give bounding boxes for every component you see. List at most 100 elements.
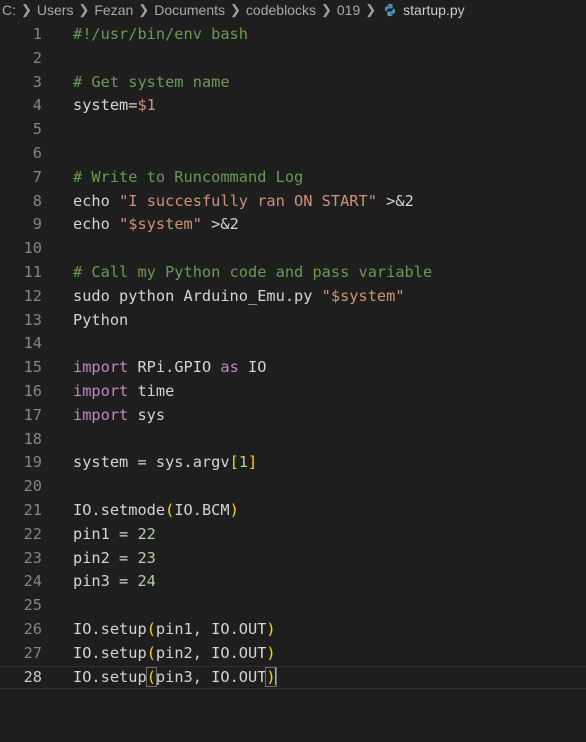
line-number: 9	[32, 215, 42, 234]
code-token: $1	[137, 96, 156, 115]
breadcrumb-file[interactable]: startup.py	[403, 2, 464, 18]
line-number: 11	[23, 262, 42, 281]
line-number: 1	[32, 25, 42, 43]
code-token: (	[145, 666, 157, 687]
code-text: echo "$system" >&2	[73, 213, 239, 237]
code-token: # Get system name	[73, 72, 230, 91]
code-text: # Get system name	[73, 71, 230, 95]
code-token: pin2 =	[73, 548, 138, 567]
code-token: 24	[137, 572, 156, 591]
code-token: Python	[73, 310, 129, 329]
code-line[interactable]: 25	[0, 594, 586, 618]
code-line[interactable]: 26 IO.setup(pin1, IO.OUT)	[0, 618, 586, 642]
code-line[interactable]: 11 # Call my Python code and pass variabl…	[0, 261, 586, 285]
code-text: IO.setup(pin2, IO.OUT)	[73, 642, 276, 666]
code-text: system = sys.argv[1]	[73, 451, 257, 475]
line-number: 7	[32, 167, 42, 186]
code-token: "$system"	[119, 215, 202, 234]
code-text: import RPi.GPIO as IO	[73, 356, 266, 380]
code-token: [	[229, 453, 239, 472]
code-token: import	[73, 381, 129, 400]
code-token: "I succesfully ran ON START"	[119, 191, 377, 210]
code-token: )	[266, 643, 276, 662]
code-line[interactable]: 18	[0, 428, 586, 452]
chevron-right-icon: ❯	[21, 1, 32, 17]
code-text: pin1 = 22	[73, 523, 156, 547]
chevron-right-icon: ❯	[78, 1, 90, 17]
breadcrumb-segment-drive[interactable]: C:	[2, 2, 16, 18]
code-token: time	[128, 381, 175, 400]
code-token: IO.BCM	[174, 500, 230, 519]
code-line[interactable]: 24 pin3 = 24	[0, 570, 586, 594]
code-token: >&2	[201, 215, 239, 234]
line-number: 16	[23, 381, 42, 400]
code-text: #!/usr/bin/env bash	[73, 23, 248, 47]
code-token: pin3 =	[73, 572, 138, 591]
breadcrumb-segment-folder[interactable]: 019	[337, 2, 360, 18]
code-token: import	[73, 405, 129, 424]
line-number: 26	[23, 619, 42, 638]
code-line[interactable]: 13 Python	[0, 309, 586, 333]
code-line[interactable]: 20	[0, 475, 586, 499]
code-line[interactable]: 16 import time	[0, 380, 586, 404]
code-text: IO.setup(pin1, IO.OUT)	[73, 618, 276, 642]
line-number: 21	[23, 500, 42, 519]
code-line[interactable]: 23 pin2 = 23	[0, 547, 586, 571]
code-line[interactable]: 8 echo "I succesfully ran ON START" >&2	[0, 190, 586, 214]
code-line[interactable]: 3 # Get system name	[0, 71, 586, 95]
breadcrumb: C: ❯ Users ❯ Fezan ❯ Documents ❯ codeblo…	[0, 0, 586, 19]
code-token: >&2	[376, 191, 414, 210]
code-line[interactable]: 19 system = sys.argv[1]	[0, 451, 586, 475]
line-number: 25	[23, 596, 42, 615]
code-line[interactable]: 5	[0, 118, 586, 142]
code-token: IO.setup	[73, 643, 147, 662]
code-token: pin1, IO.OUT	[155, 619, 267, 638]
code-token: 1	[238, 453, 248, 472]
code-token: import	[73, 358, 129, 377]
code-text: Python	[73, 309, 128, 333]
breadcrumb-segment-users[interactable]: Users	[37, 2, 74, 18]
line-number: 27	[23, 643, 42, 662]
code-line[interactable]: 1 #!/usr/bin/env bash	[0, 23, 586, 47]
line-number: 3	[32, 72, 42, 91]
line-number: 5	[32, 120, 42, 139]
code-text: # Write to Runcommand Log	[73, 166, 303, 190]
code-line[interactable]: 9 echo "$system" >&2	[0, 213, 586, 237]
line-number: 14	[23, 334, 42, 353]
line-number: 20	[23, 477, 42, 496]
line-number: 17	[23, 405, 42, 424]
line-number: 6	[32, 143, 42, 162]
code-token: IO	[238, 358, 267, 377]
code-line[interactable]: 14	[0, 332, 586, 356]
code-token: (	[165, 500, 175, 519]
code-line[interactable]: 10	[0, 237, 586, 261]
code-line[interactable]: 4 system=$1	[0, 94, 586, 118]
code-line[interactable]: 2	[0, 47, 586, 71]
code-line[interactable]: 17 import sys	[0, 404, 586, 428]
breadcrumb-segment-codeblocks[interactable]: codeblocks	[246, 2, 316, 18]
breadcrumb-segment-documents[interactable]: Documents	[154, 2, 225, 18]
code-editor[interactable]: 1 #!/usr/bin/env bash 2 3 # Get system name 4…	[0, 19, 586, 689]
chevron-right-icon: ❯	[138, 1, 150, 17]
code-token: pin1 =	[73, 524, 138, 543]
breadcrumb-segment-user[interactable]: Fezan	[94, 2, 133, 18]
code-token: IO.setmode	[73, 500, 166, 519]
code-line[interactable]: 22 pin1 = 22	[0, 523, 586, 547]
code-line[interactable]: 12 sudo python Arduino_Emu.py "$system"	[0, 285, 586, 309]
code-token: as	[220, 358, 239, 377]
code-line[interactable]: 28 IO.setup(pin3, IO.OUT)	[0, 666, 586, 690]
chevron-right-icon: ❯	[365, 1, 377, 17]
code-token: # Write to Runcommand Log	[73, 167, 304, 186]
code-line[interactable]: 27 IO.setup(pin2, IO.OUT)	[0, 642, 586, 666]
code-token: 23	[137, 548, 156, 567]
code-token: sudo python Arduino_Emu.py	[73, 286, 322, 305]
code-text: echo "I succesfully ran ON START" >&2	[73, 190, 414, 214]
code-line[interactable]: 6	[0, 142, 586, 166]
code-token: #!/usr/bin/env bash	[73, 25, 248, 43]
code-token: ]	[248, 453, 258, 472]
code-token: 22	[137, 524, 156, 543]
code-line[interactable]: 15 import RPi.GPIO as IO	[0, 356, 586, 380]
code-token: )	[266, 619, 276, 638]
code-line[interactable]: 21 IO.setmode(IO.BCM)	[0, 499, 586, 523]
code-line[interactable]: 7 # Write to Runcommand Log	[0, 166, 586, 190]
